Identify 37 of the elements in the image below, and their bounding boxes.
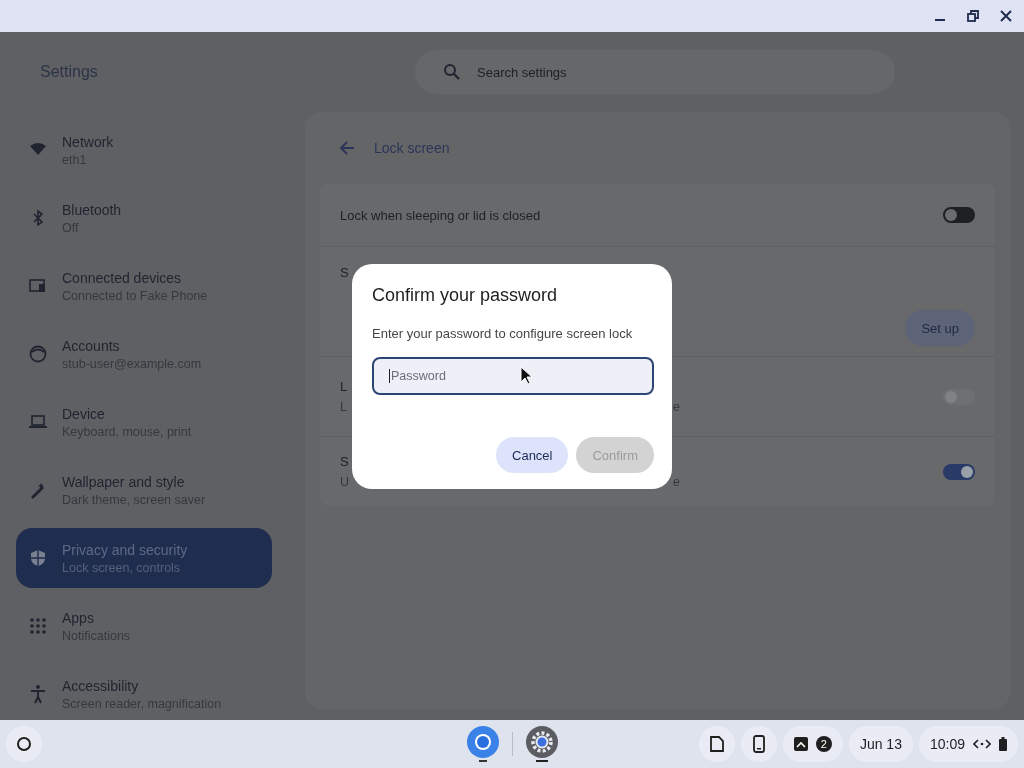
circle-icon [16,736,32,752]
launcher-button[interactable] [6,726,42,762]
notification-pod[interactable]: 2 [782,726,843,762]
files-button[interactable] [698,726,735,762]
setting-label: S [340,454,349,469]
close-icon[interactable] [998,8,1014,24]
search-icon [443,63,461,81]
browser-icon[interactable] [466,725,500,763]
notification-count: 2 [815,736,832,752]
battery-icon [999,737,1007,751]
toggle-switch[interactable] [943,207,975,223]
dialog-title: Confirm your password [372,285,559,306]
accessibility-icon [28,684,48,704]
status-area[interactable]: 10:09 [918,726,1018,762]
grid-icon [28,616,48,636]
phone-button[interactable] [740,726,777,762]
search-field[interactable]: Search settings [415,50,895,94]
dialog-message: Enter your password to configure screen lock [372,326,634,341]
setting-label: S [340,265,350,280]
clock-time: 10:09 [929,736,965,752]
toggle-switch[interactable] [943,463,975,480]
account-icon [28,344,48,364]
dialog-button[interactable]: Cancel [496,437,569,473]
image-icon [793,737,808,751]
restore-icon[interactable] [965,8,981,24]
cursor-icon [520,366,532,384]
page-title: Lock screen [374,140,450,156]
setting-label: Lock when sleeping or lid is closed [340,207,541,223]
setting-label: L [340,379,348,394]
file-icon [709,736,724,752]
shield-icon [28,548,48,568]
phone-icon [752,735,765,753]
settings-icon[interactable] [525,725,559,763]
ethernet-icon [973,738,991,750]
password-field[interactable]: Password [372,357,654,395]
date-button[interactable]: Jun 13 [848,726,913,762]
set-up-button[interactable]: Set up [905,310,975,346]
